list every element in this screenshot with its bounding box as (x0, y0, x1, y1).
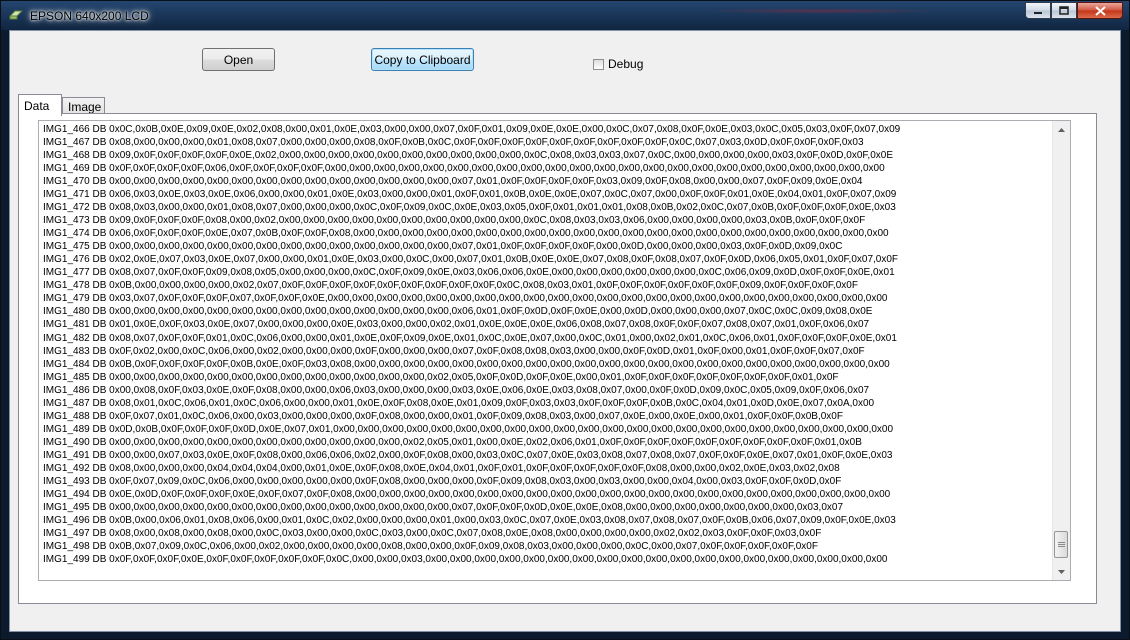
data-line: IMG1_495 DB 0x00,0x00,0x00,0x00,0x00,0x0… (43, 501, 844, 513)
data-line: IMG1_491 DB 0x00,0x00,0x07,0x03,0x0E,0x0… (43, 449, 893, 461)
copy-to-clipboard-button[interactable]: Copy to Clipboard (371, 48, 474, 71)
scroll-up-button[interactable] (1053, 121, 1070, 138)
debug-label: Debug (608, 57, 644, 71)
data-line: IMG1_488 DB 0x0F,0x07,0x01,0x0C,0x06,0x0… (43, 410, 843, 422)
scroll-down-button[interactable] (1053, 563, 1070, 580)
data-line: IMG1_494 DB 0x0E,0x0D,0x0F,0x0F,0x0F,0x0… (43, 488, 891, 500)
data-line: IMG1_467 DB 0x08,0x00,0x00,0x00,0x01,0x0… (43, 137, 864, 149)
data-tab-panel: IMG1_466 DB 0x0C,0x0B,0x0E,0x09,0x0E,0x0… (18, 113, 1097, 604)
close-icon (1094, 5, 1106, 16)
data-line: IMG1_475 DB 0x00,0x00,0x00,0x00,0x00,0x0… (43, 241, 843, 253)
window-controls (1025, 2, 1123, 21)
thumb-grip-line (1058, 542, 1065, 543)
data-line: IMG1_474 DB 0x06,0x0F,0x0F,0x0F,0x0E,0x0… (43, 228, 889, 240)
data-line: IMG1_481 DB 0x01,0x0E,0x0F,0x03,0x0E,0x0… (43, 319, 870, 331)
data-line: IMG1_490 DB 0x00,0x00,0x00,0x00,0x00,0x0… (43, 436, 862, 448)
vertical-scrollbar[interactable] (1052, 121, 1070, 580)
data-line: IMG1_487 DB 0x08,0x01,0x0C,0x06,0x01,0x0… (43, 397, 875, 409)
data-line: IMG1_486 DB 0x00,0x08,0x0F,0x03,0x0E,0x0… (43, 384, 870, 396)
data-line: IMG1_466 DB 0x0C,0x0B,0x0E,0x09,0x0E,0x0… (43, 124, 901, 135)
data-line: IMG1_485 DB 0x00,0x00,0x00,0x00,0x00,0x0… (43, 371, 839, 383)
data-line: IMG1_468 DB 0x09,0x0F,0x0F,0x0F,0x0F,0x0… (43, 150, 894, 162)
data-line: IMG1_469 DB 0x0F,0x0F,0x0F,0x0F,0x06,0x0… (43, 163, 885, 175)
data-line: IMG1_478 DB 0x0B,0x00,0x00,0x00,0x00,0x0… (43, 280, 858, 292)
title-bar[interactable]: EPSON 640x200 LCD (1, 1, 1129, 30)
data-line: IMG1_489 DB 0x0D,0x0B,0x0F,0x0F,0x0F,0x0… (43, 423, 894, 435)
data-line: IMG1_496 DB 0x0B,0x00,0x06,0x01,0x08,0x0… (43, 514, 896, 526)
data-line: IMG1_480 DB 0x00,0x00,0x00,0x00,0x00,0x0… (43, 306, 873, 318)
client-area: Open Copy to Clipboard Debug Data Image … (9, 30, 1121, 632)
debug-checkbox[interactable] (593, 58, 604, 70)
data-line: IMG1_470 DB 0x00,0x00,0x00,0x00,0x00,0x0… (43, 176, 863, 188)
data-line: IMG1_473 DB 0x09,0x0F,0x0F,0x0F,0x08,0x0… (43, 215, 866, 227)
data-textbox[interactable]: IMG1_466 DB 0x0C,0x0B,0x0E,0x09,0x0E,0x0… (38, 120, 1071, 581)
thumb-grip-line (1058, 546, 1065, 547)
data-line: IMG1_499 DB 0x0F,0x0F,0x0F,0x0E,0x0F,0x0… (43, 554, 888, 566)
data-line: IMG1_477 DB 0x08,0x07,0x0F,0x0F,0x09,0x0… (43, 267, 895, 279)
tab-data-label: Data (24, 98, 50, 113)
tab-image-label: Image (68, 99, 102, 114)
data-line: IMG1_497 DB 0x08,0x00,0x08,0x00,0x08,0x0… (43, 527, 822, 539)
data-lines: IMG1_466 DB 0x0C,0x0B,0x0E,0x09,0x0E,0x0… (43, 123, 1053, 566)
app-icon (9, 10, 23, 20)
data-line: IMG1_476 DB 0x02,0x0E,0x07,0x03,0x0E,0x0… (43, 254, 899, 266)
maximize-button[interactable] (1051, 2, 1077, 19)
data-line: IMG1_492 DB 0x08,0x00,0x00,0x00,0x04,0x0… (43, 462, 840, 474)
maximize-icon (1059, 6, 1069, 15)
scroll-down-icon (1058, 569, 1065, 574)
data-line: IMG1_483 DB 0x0F,0x02,0x00,0x0C,0x06,0x0… (43, 345, 865, 357)
window-title: EPSON 640x200 LCD (30, 9, 149, 23)
debug-checkbox-group[interactable]: Debug (593, 57, 643, 71)
data-line: IMG1_493 DB 0x0F,0x07,0x09,0x0C,0x06,0x0… (43, 475, 842, 487)
minimize-icon (1034, 11, 1042, 14)
tab-data[interactable]: Data (18, 94, 62, 116)
open-button[interactable]: Open (202, 48, 275, 71)
data-line: IMG1_484 DB 0x0B,0x0F,0x0F,0x0F,0x0F,0x0… (43, 358, 890, 370)
data-line: IMG1_482 DB 0x08,0x07,0x0F,0x0F,0x01,0x0… (43, 332, 897, 344)
data-line: IMG1_471 DB 0x06,0x03,0x0E,0x03,0x0E,0x0… (43, 189, 897, 201)
thumb-grip-line (1058, 544, 1065, 545)
scroll-up-icon (1058, 127, 1065, 132)
scrollbar-thumb[interactable] (1054, 531, 1068, 558)
app-window: EPSON 640x200 LCD Open Copy to Clipboard… (0, 0, 1130, 640)
data-line: IMG1_498 DB 0x0B,0x07,0x09,0x0C,0x06,0x0… (43, 541, 818, 552)
data-line: IMG1_479 DB 0x03,0x07,0x0F,0x0F,0x0F,0x0… (43, 293, 888, 305)
minimize-button[interactable] (1025, 2, 1051, 19)
data-line: IMG1_472 DB 0x08,0x03,0x00,0x00,0x01,0x0… (43, 202, 896, 214)
close-button[interactable] (1077, 2, 1123, 19)
